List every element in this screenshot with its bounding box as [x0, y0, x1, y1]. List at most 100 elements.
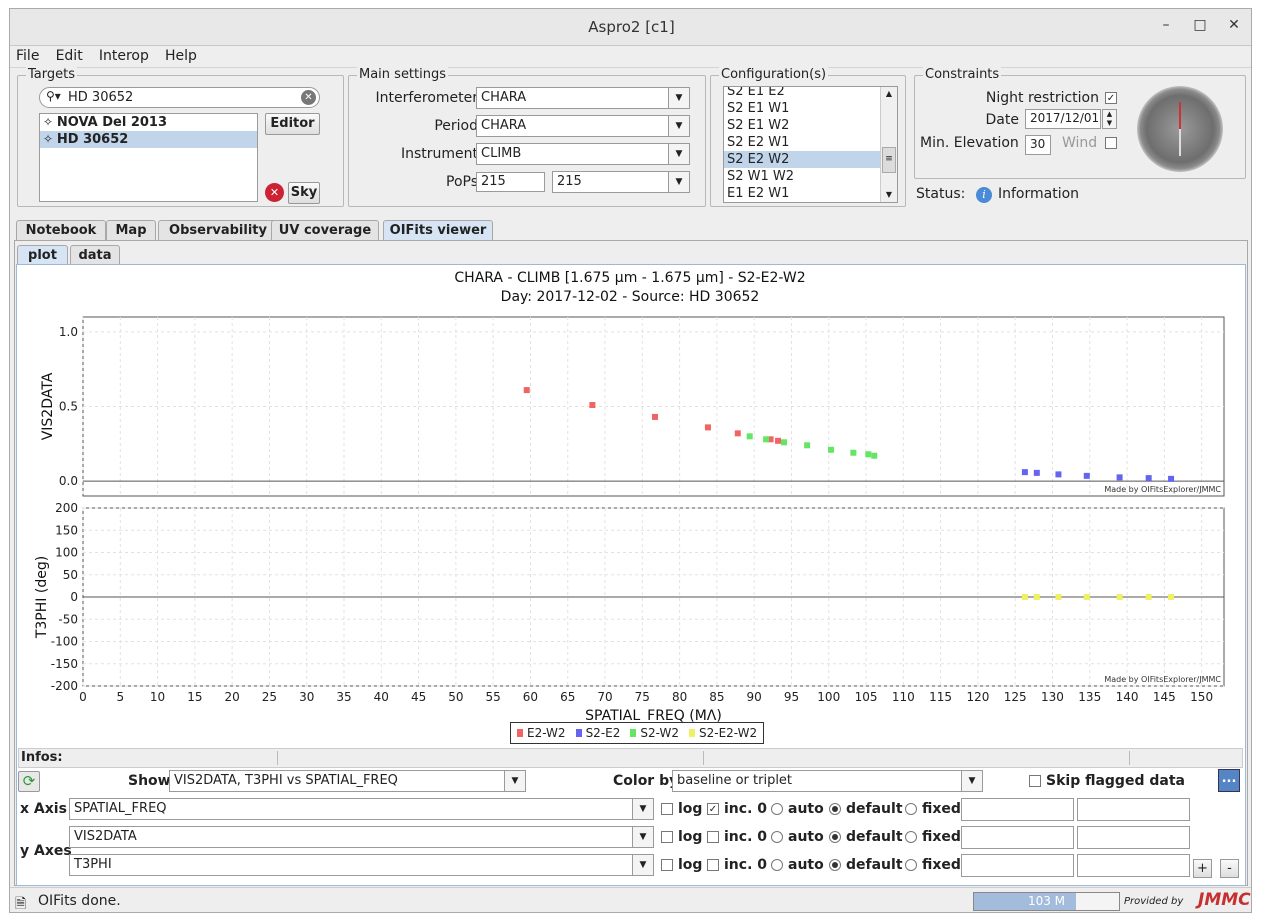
menu-interop[interactable]: Interop: [93, 46, 155, 64]
instrument-label: Instrument: [400, 146, 478, 162]
scroll-up-icon[interactable]: ▲: [881, 87, 897, 101]
range-max-field[interactable]: [1077, 798, 1190, 821]
configuration-item[interactable]: S2 E1 W2: [724, 117, 897, 134]
configuration-item[interactable]: S2 E2 W2: [724, 151, 897, 168]
remove-target-icon[interactable]: ✕: [265, 183, 284, 202]
y-tick-label: -200: [51, 679, 78, 693]
log-checkbox[interactable]: [661, 831, 673, 843]
auto-radio[interactable]: [771, 803, 783, 815]
period-select[interactable]: CHARA ▼: [476, 115, 690, 137]
targets-panel: Targets ⚲▾ HD 30652 ✕ ✧ NOVA Del 2013 ✧ H…: [17, 67, 344, 207]
add-axis-button[interactable]: +: [1193, 859, 1212, 878]
target-search-input[interactable]: ⚲▾ HD 30652 ✕: [39, 87, 320, 108]
axis-value: SPATIAL_FREQ: [74, 801, 167, 816]
minimize-button[interactable]: –: [1156, 17, 1176, 37]
configuration-item[interactable]: S2 E1 E2: [724, 87, 897, 100]
subtab-data[interactable]: data: [70, 245, 120, 266]
chart-subtitle: Day: 2017-12-02 - Source: HD 30652: [501, 289, 760, 305]
configuration-list[interactable]: S2 E1 E2 S2 E1 W1 S2 E1 W2 S2 E2 W1 S2 E2 W2…: [723, 86, 898, 203]
range-min-field[interactable]: [961, 826, 1074, 849]
close-button[interactable]: ✕: [1224, 17, 1244, 37]
fixed-radio[interactable]: [905, 859, 917, 871]
default-label: default: [846, 801, 903, 817]
target-list-item[interactable]: ✧ HD 30652: [40, 131, 257, 148]
configuration-item[interactable]: E1 E2 W1: [724, 185, 897, 202]
inc0-checkbox[interactable]: ✓: [707, 803, 719, 815]
axis-select[interactable]: VIS2DATA ▼: [69, 826, 654, 848]
interferometer-select[interactable]: CHARA ▼: [476, 87, 690, 109]
scroll-thumb[interactable]: ≡: [882, 147, 896, 173]
axis-select[interactable]: T3PHI ▼: [69, 854, 654, 876]
default-radio[interactable]: [829, 859, 841, 871]
tab-observability[interactable]: Observability: [158, 220, 278, 241]
tab-uv-coverage[interactable]: UV coverage: [271, 220, 379, 241]
clear-search-icon[interactable]: ✕: [301, 90, 316, 105]
pops-label: PoPs: [446, 174, 478, 190]
remove-axis-button[interactable]: -: [1220, 859, 1239, 878]
inc0-checkbox[interactable]: [707, 859, 719, 871]
fixed-radio[interactable]: [905, 803, 917, 815]
x-tick-label: 85: [709, 690, 724, 704]
tab-notebook[interactable]: Notebook: [16, 220, 106, 241]
axis-select[interactable]: SPATIAL_FREQ ▼: [69, 798, 654, 820]
maximize-button[interactable]: □: [1190, 17, 1210, 37]
fixed-radio[interactable]: [905, 831, 917, 843]
interferometer-label: Interferometer: [375, 90, 478, 106]
watermark: Made by OIFitsExplorer/JMMC: [1104, 675, 1221, 684]
more-options-button[interactable]: ...: [1218, 769, 1240, 792]
auto-radio[interactable]: [771, 831, 783, 843]
x-tick-label: 115: [929, 690, 952, 704]
default-label: default: [846, 857, 903, 873]
pops-text-field[interactable]: 215: [476, 172, 545, 192]
color-by-select[interactable]: baseline or triplet ▼: [672, 770, 983, 792]
data-point: [781, 439, 788, 446]
configuration-item[interactable]: S2 E1 W1: [724, 100, 897, 117]
configuration-item[interactable]: S2 E2 W1: [724, 134, 897, 151]
wind-compass-icon[interactable]: [1137, 86, 1223, 172]
constraints-title: Constraints: [923, 67, 1002, 82]
instrument-select[interactable]: CLIMB ▼: [476, 143, 690, 165]
configuration-name: E1 E2 W1: [727, 186, 790, 201]
range-min-field[interactable]: [961, 854, 1074, 877]
divider: [1129, 751, 1130, 765]
menu-file[interactable]: File: [10, 46, 45, 64]
range-min-field[interactable]: [961, 798, 1074, 821]
default-radio[interactable]: [829, 803, 841, 815]
sky-button[interactable]: Sky: [288, 182, 320, 204]
y-tick-label: 200: [55, 501, 78, 515]
date-field[interactable]: 2017/12/01: [1025, 109, 1101, 129]
default-radio[interactable]: [829, 831, 841, 843]
auto-label: auto: [788, 829, 824, 845]
night-restriction-checkbox[interactable]: ✓: [1105, 92, 1117, 104]
memory-progress[interactable]: 103 M: [973, 892, 1120, 911]
scroll-down-icon[interactable]: ▼: [881, 188, 897, 202]
pops-select[interactable]: 215 ▼: [552, 171, 690, 193]
wind-checkbox[interactable]: [1105, 137, 1117, 149]
menu-help[interactable]: Help: [159, 46, 203, 64]
log-checkbox[interactable]: [661, 859, 673, 871]
configuration-scrollbar[interactable]: ▲ ≡ ▼: [880, 87, 897, 202]
min-elevation-field[interactable]: 30: [1025, 135, 1051, 155]
info-icon: i: [976, 187, 992, 203]
target-list[interactable]: ✧ NOVA Del 2013 ✧ HD 30652: [39, 113, 258, 202]
inc0-checkbox[interactable]: [707, 831, 719, 843]
configuration-item[interactable]: S2 W1 W2: [724, 168, 897, 185]
inc0-label: inc. 0: [724, 829, 767, 845]
skip-flagged-checkbox[interactable]: [1029, 775, 1041, 787]
target-list-item[interactable]: ✧ NOVA Del 2013: [40, 114, 257, 131]
tab-oifits-viewer[interactable]: OIFits viewer: [383, 220, 493, 241]
menu-edit[interactable]: Edit: [50, 46, 89, 64]
date-spinner[interactable]: ▲ ▼: [1102, 109, 1117, 129]
target-search-value: HD 30652: [68, 90, 134, 105]
editor-button[interactable]: Editor: [265, 113, 320, 135]
data-point: [1116, 594, 1123, 600]
range-max-field[interactable]: [1077, 826, 1190, 849]
tab-map[interactable]: Map: [106, 220, 156, 241]
range-max-field[interactable]: [1077, 854, 1190, 877]
show-select[interactable]: VIS2DATA, T3PHI vs SPATIAL_FREQ ▼: [169, 770, 526, 792]
auto-radio[interactable]: [771, 859, 783, 871]
log-checkbox[interactable]: [661, 803, 673, 815]
refresh-icon[interactable]: ⟳: [18, 771, 40, 792]
log-icon[interactable]: 🗎: [15, 893, 26, 912]
subtab-plot[interactable]: plot: [17, 245, 68, 266]
